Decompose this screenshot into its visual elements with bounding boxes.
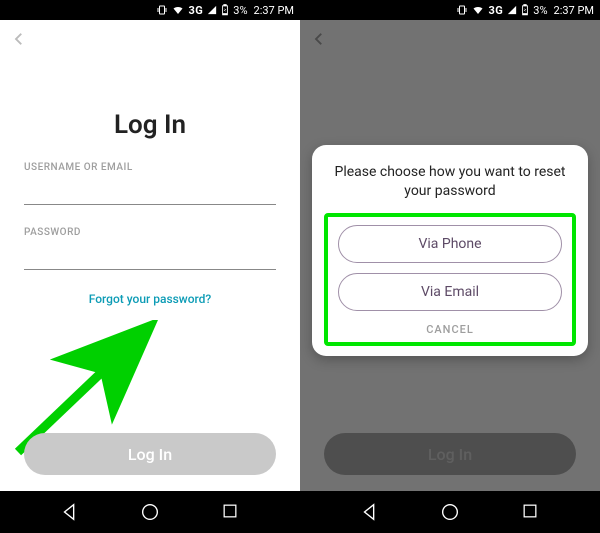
battery-percent: 3% — [233, 4, 247, 17]
battery-icon — [221, 4, 229, 16]
status-bar: 3G 3% 2:37 PM — [300, 0, 600, 20]
vibrate-icon — [456, 4, 468, 16]
username-label: USERNAME OR EMAIL — [24, 162, 276, 173]
reset-password-modal: Please choose how you want to reset your… — [312, 145, 588, 356]
nav-home-icon[interactable] — [439, 501, 461, 523]
cancel-button[interactable]: CANCEL — [338, 321, 562, 338]
password-label: PASSWORD — [24, 227, 276, 238]
login-screen-dimmed: Log In Please choose how you want to res… — [300, 20, 600, 491]
clock: 2:37 PM — [554, 4, 594, 17]
nav-recent-icon[interactable] — [520, 501, 542, 523]
annotation-highlight-box: Via Phone Via Email CANCEL — [324, 213, 576, 346]
battery-icon — [521, 4, 529, 16]
status-bar: 3G 3% 2:37 PM — [0, 0, 300, 20]
page-title: Log In — [0, 110, 300, 140]
wifi-icon — [472, 4, 484, 16]
phone-screen-left: 3G 3% 2:37 PM Log In USERNAME OR EMAIL P… — [0, 0, 300, 533]
vibrate-icon — [156, 4, 168, 16]
nav-back-icon[interactable] — [359, 501, 381, 523]
username-input[interactable] — [24, 177, 276, 205]
nav-recent-icon[interactable] — [220, 501, 242, 523]
modal-title: Please choose how you want to reset your… — [324, 163, 576, 213]
nav-back-icon[interactable] — [59, 501, 81, 523]
battery-percent: 3% — [533, 4, 547, 17]
back-icon[interactable] — [10, 30, 30, 50]
android-nav-bar — [300, 491, 600, 533]
login-screen: Log In USERNAME OR EMAIL PASSWORD Forgot… — [0, 20, 300, 491]
via-email-button[interactable]: Via Email — [338, 273, 562, 311]
nav-home-icon[interactable] — [139, 501, 161, 523]
clock: 2:37 PM — [254, 4, 294, 17]
android-nav-bar — [0, 491, 300, 533]
via-phone-button[interactable]: Via Phone — [338, 225, 562, 263]
network-type: 3G — [488, 4, 503, 17]
password-input[interactable] — [24, 242, 276, 270]
signal-icon — [207, 5, 217, 15]
network-type: 3G — [188, 4, 203, 17]
signal-icon — [507, 5, 517, 15]
phone-screen-right: 3G 3% 2:37 PM Log In Please choose how y… — [300, 0, 600, 533]
login-button[interactable]: Log In — [24, 433, 276, 475]
wifi-icon — [172, 4, 184, 16]
forgot-password-link[interactable]: Forgot your password? — [0, 292, 300, 306]
